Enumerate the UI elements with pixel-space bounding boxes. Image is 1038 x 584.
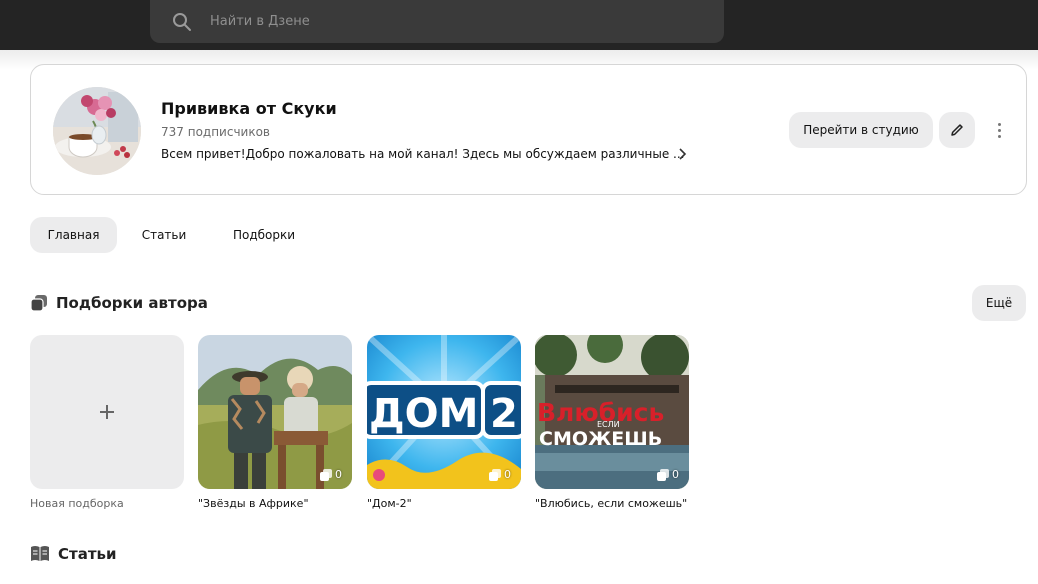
collection-cover-africa	[198, 335, 352, 489]
love-logo-bottom: СМОЖЕШЬ	[539, 428, 662, 450]
channel-name: Прививка от Скуки	[161, 99, 337, 118]
collection-tile-dom2[interactable]: ДОМ 2 0	[367, 335, 521, 489]
more-vertical-icon[interactable]	[991, 115, 1007, 145]
plus-icon	[100, 405, 114, 419]
tab-collections[interactable]: Подборки	[218, 217, 310, 253]
more-button[interactable]: Ещё	[972, 285, 1026, 321]
stack-icon	[320, 468, 332, 481]
pencil-icon	[951, 124, 963, 136]
collection-cover-dom2: ДОМ 2	[367, 335, 521, 489]
articles-heading: Статьи	[30, 545, 117, 563]
avatar[interactable]	[53, 87, 141, 175]
go-to-studio-button[interactable]: Перейти в студию	[789, 112, 933, 148]
avatar-image	[53, 87, 141, 175]
book-icon	[31, 546, 49, 561]
channel-card: Прививка от Скуки 737 подписчиков Всем п…	[30, 64, 1027, 195]
edit-button[interactable]	[939, 112, 975, 148]
collection-caption-love[interactable]: "Влюбись, если сможешь"	[535, 497, 687, 510]
collection-count: 0	[489, 468, 511, 481]
chevron-right-icon[interactable]	[678, 147, 688, 161]
articles-title: Статьи	[58, 545, 117, 563]
new-collection-label[interactable]: Новая подборка	[30, 497, 124, 510]
tab-articles[interactable]: Статьи	[132, 217, 196, 253]
search-input[interactable]	[210, 0, 690, 43]
collection-caption-africa[interactable]: "Звёзды в Африке"	[198, 497, 309, 510]
collection-tile-africa[interactable]: 0	[198, 335, 352, 489]
collection-count: 0	[657, 468, 679, 481]
collections-heading: Подборки автора	[30, 294, 208, 312]
collections-icon	[30, 295, 47, 312]
dom2-logo-text: ДОМ	[369, 391, 478, 437]
stack-icon	[657, 468, 669, 481]
collection-count: 0	[320, 468, 342, 481]
subscribers-count: 737 подписчиков	[161, 125, 270, 139]
collection-tile-love[interactable]: Влюбись ЕСЛИ СМОЖЕШЬ 0	[535, 335, 689, 489]
dom2-logo-number: 2	[490, 391, 518, 437]
channel-description[interactable]: Всем привет!Добро пожаловать на мой кана…	[161, 147, 685, 161]
new-collection-tile[interactable]	[30, 335, 184, 489]
stack-icon	[489, 468, 501, 481]
collection-cover-love: Влюбись ЕСЛИ СМОЖЕШЬ	[535, 335, 689, 489]
collection-caption-dom2[interactable]: "Дом-2"	[367, 497, 412, 510]
tab-main[interactable]: Главная	[30, 217, 117, 253]
collections-title: Подборки автора	[56, 294, 208, 312]
search-bar[interactable]	[150, 0, 724, 43]
top-bar	[0, 0, 1038, 50]
search-icon[interactable]	[172, 12, 192, 32]
